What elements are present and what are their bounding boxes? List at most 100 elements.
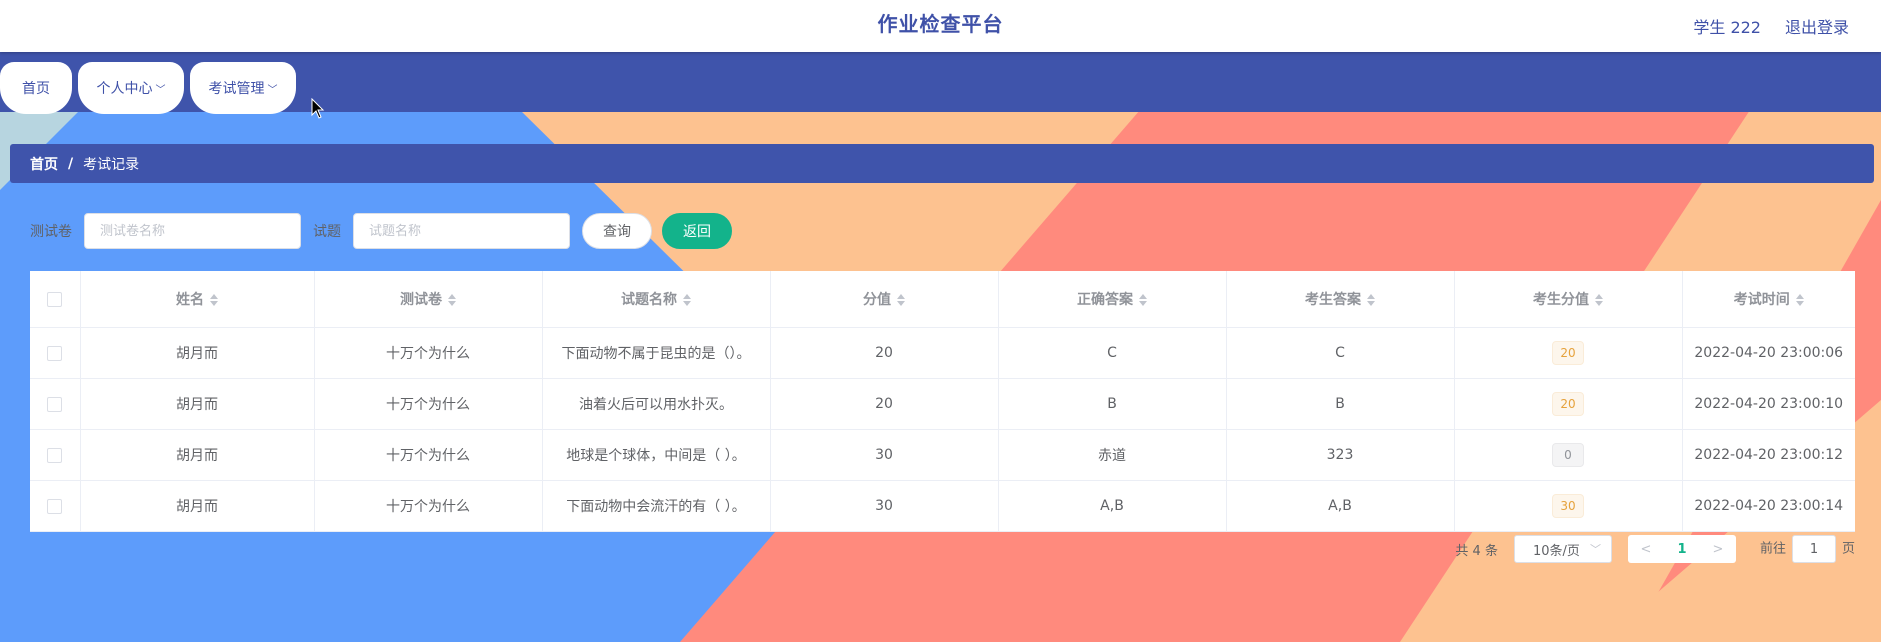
sort-icon[interactable] [448,294,456,306]
column-header-exam-time[interactable]: 考试时间 [1682,271,1855,328]
nav-bar: 首页 个人中心 ﹀ 考试管理 ﹀ [0,52,1881,114]
cell-score: 20 [770,378,999,430]
cell-name: 胡月而 [80,378,315,430]
chevron-down-icon: ﹀ [1589,543,1601,556]
cell-name: 胡月而 [80,327,315,379]
row-checkbox[interactable] [47,396,63,412]
chevron-down-icon: ﹀ [267,84,278,96]
cell-paper: 十万个为什么 [314,327,543,379]
cell-score: 30 [770,429,999,481]
column-label: 分值 [863,292,891,308]
cell-question: 下面动物中会流汗的有（ ）。 [542,480,771,532]
app-title: 作业检查平台 [877,12,1004,36]
table-row: 胡月而 十万个为什么 油着火后可以用水扑灭。 20 B B 20 2022-04… [30,378,1855,430]
page-list: < 1 > [1627,535,1736,563]
column-header-student-score[interactable]: 考生分值 [1454,271,1683,328]
cell-name: 胡月而 [80,429,315,481]
table-header-row: 姓名 测试卷 试题名称 分值 正确答案 考生答案 考生分值 考试时间 [30,271,1855,328]
cell-paper: 十万个为什么 [314,480,543,532]
chevron-down-icon: ﹀ [155,84,166,96]
column-label: 姓名 [176,292,204,308]
cell-student-score: 20 [1454,378,1683,430]
select-all-checkbox[interactable] [47,291,63,307]
cell-score: 30 [770,480,999,532]
cell-correct-answer: 赤道 [998,429,1227,481]
row-select-cell [30,378,81,430]
page-size-select[interactable]: 10条/页 ﹀ [1513,535,1612,563]
column-header-question[interactable]: 试题名称 [542,271,771,328]
column-header-correct-answer[interactable]: 正确答案 [998,271,1227,328]
score-tag: 30 [1552,494,1584,518]
row-select-cell [30,327,81,379]
column-label: 正确答案 [1077,292,1133,308]
page-size-value: 10条/页 [1532,543,1580,559]
sort-icon[interactable] [897,294,905,306]
goto-page: 前往 页 [1760,535,1855,563]
score-tag: 0 [1552,443,1584,467]
prev-page-button[interactable]: < [1628,535,1664,563]
sort-icon[interactable] [1367,294,1375,306]
score-tag: 20 [1552,392,1584,416]
back-button[interactable]: 返回 [662,213,732,249]
nav-exam-label: 考试管理 [208,81,265,97]
goto-prefix: 前往 [1759,541,1786,557]
cell-student-score: 0 [1454,429,1683,481]
sort-icon[interactable] [1795,294,1804,306]
row-checkbox[interactable] [47,498,63,514]
column-label: 考生分值 [1533,292,1589,308]
cell-exam-time: 2022-04-20 23:00:10 [1682,378,1855,430]
breadcrumb-home[interactable]: 首页 [30,154,58,174]
cell-paper: 十万个为什么 [314,429,543,481]
table-row: 胡月而 十万个为什么 下面动物不属于昆虫的是（）。 20 C C 20 2022… [30,327,1855,379]
next-page-button[interactable]: > [1700,535,1736,563]
cell-question: 下面动物不属于昆虫的是（）。 [542,327,771,379]
cell-question: 地球是个球体，中间是（ ）。 [542,429,771,481]
column-label: 考生答案 [1305,292,1361,308]
sort-icon[interactable] [1139,294,1147,306]
column-header-paper[interactable]: 测试卷 [314,271,543,328]
cell-student-answer: B [1226,378,1455,430]
search-form: 测试卷 试题 查询 返回 [30,212,742,250]
cell-correct-answer: A,B [998,480,1227,532]
cell-student-answer: A,B [1226,480,1455,532]
query-button[interactable]: 查询 [582,213,652,249]
score-tag: 20 [1552,341,1584,365]
table-row: 胡月而 十万个为什么 地球是个球体，中间是（ ）。 30 赤道 323 0 20… [30,429,1855,481]
cell-correct-answer: C [998,327,1227,379]
cell-correct-answer: B [998,378,1227,430]
logout-link[interactable]: 退出登录 [1785,14,1849,38]
row-select-cell [30,429,81,481]
top-header: 作业检查平台 学生 222 退出登录 [0,0,1881,52]
cell-student-score: 30 [1454,480,1683,532]
paper-label: 测试卷 [30,224,72,240]
column-header-score[interactable]: 分值 [770,271,999,328]
column-header-name[interactable]: 姓名 [80,271,315,328]
row-checkbox[interactable] [47,345,63,361]
column-label: 测试卷 [400,292,442,308]
question-search-input[interactable] [353,213,570,249]
table-row: 胡月而 十万个为什么 下面动物中会流汗的有（ ）。 30 A,B A,B 30 … [30,480,1855,532]
cell-exam-time: 2022-04-20 23:00:14 [1682,480,1855,532]
column-header-student-answer[interactable]: 考生答案 [1226,271,1455,328]
goto-page-input[interactable] [1791,535,1836,563]
breadcrumb: 首页 / 考试记录 [10,144,1874,183]
sort-icon[interactable] [1595,294,1603,306]
nav-home[interactable]: 首页 [0,62,72,114]
page-number-1[interactable]: 1 [1664,535,1700,563]
sort-icon[interactable] [210,294,218,306]
select-all-cell [30,271,81,328]
breadcrumb-separator: / [68,155,74,172]
nav-exam-management[interactable]: 考试管理 ﹀ [190,62,296,114]
cell-student-answer: C [1226,327,1455,379]
nav-personal-center[interactable]: 个人中心 ﹀ [78,62,184,114]
mouse-cursor-icon [311,98,325,119]
nav-home-label: 首页 [22,81,50,97]
paper-search-input[interactable] [84,213,301,249]
user-name: 学生 222 [1693,18,1761,37]
sort-icon[interactable] [683,294,691,306]
column-label: 考试时间 [1733,292,1790,308]
column-label: 试题名称 [621,292,677,308]
exam-record-table: 姓名 测试卷 试题名称 分值 正确答案 考生答案 考生分值 考试时间 胡月而 十… [30,271,1855,532]
cell-exam-time: 2022-04-20 23:00:12 [1682,429,1855,481]
row-checkbox[interactable] [47,447,63,463]
